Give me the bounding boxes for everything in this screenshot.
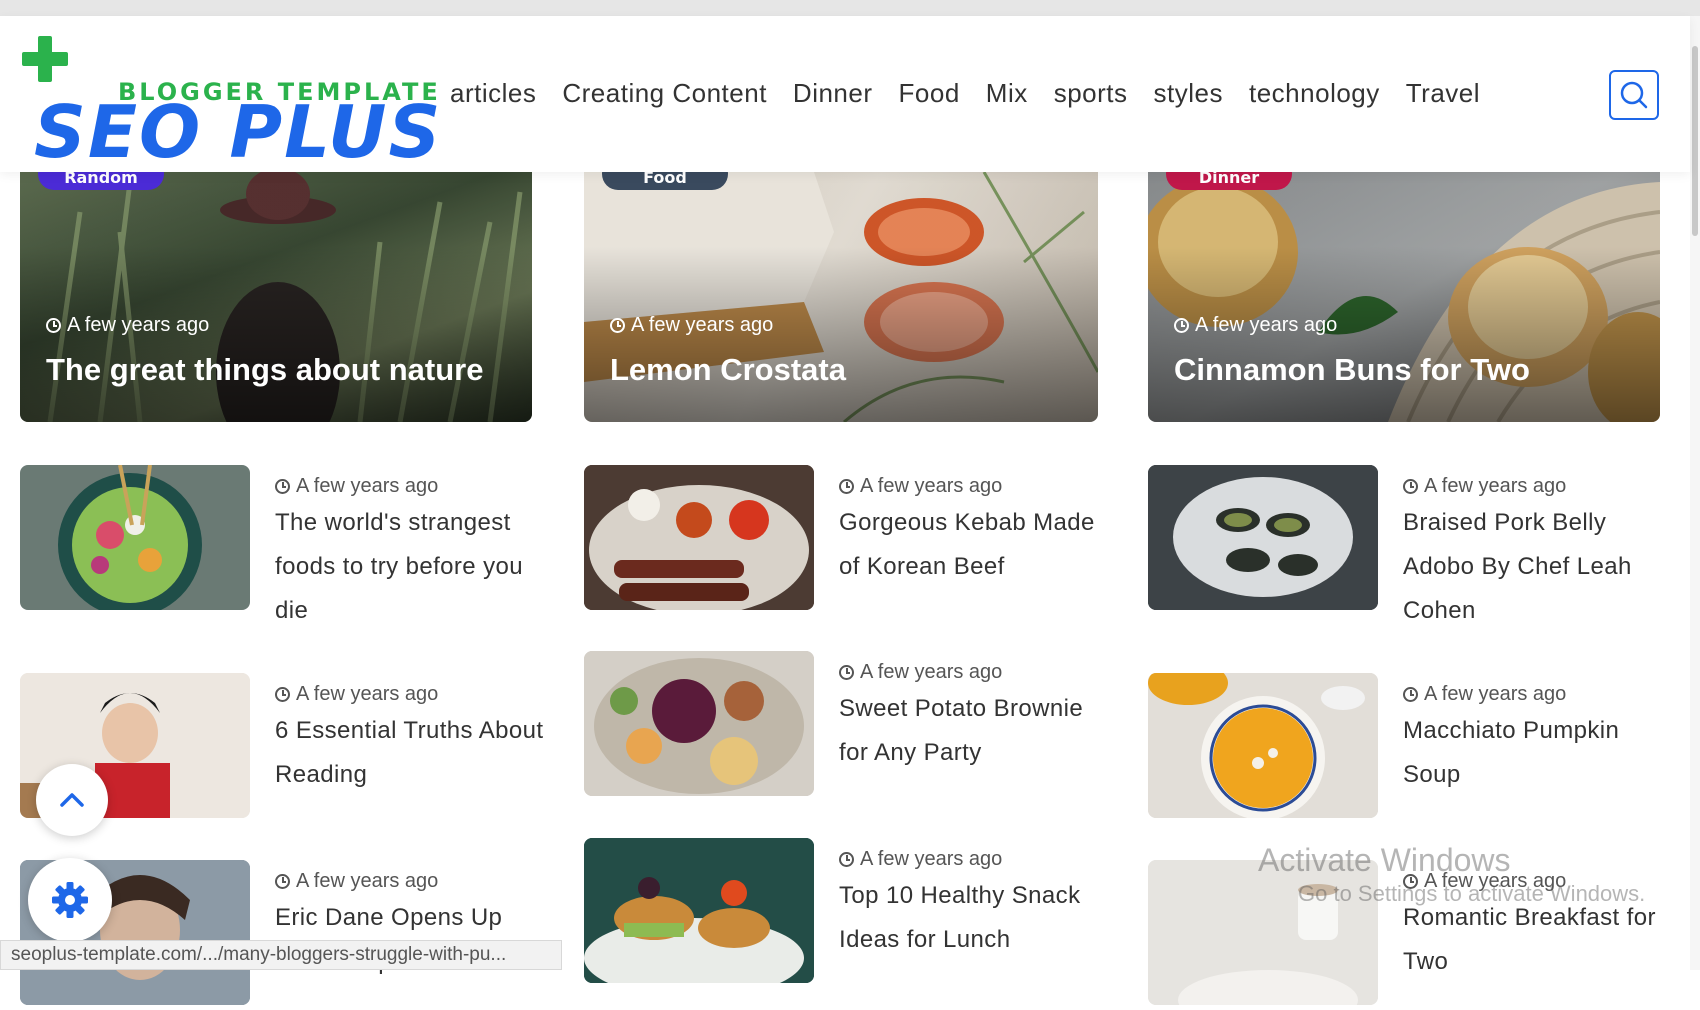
clock-icon: [46, 318, 61, 333]
post-date-text: A few years ago: [296, 475, 439, 497]
post-date: A few years ago: [1174, 314, 1337, 337]
post-date-text: A few years ago: [860, 475, 1003, 497]
scroll-to-top-button[interactable]: [36, 764, 108, 836]
nav-item-dinner[interactable]: Dinner: [793, 78, 873, 109]
main-nav: articles Creating Content Dinner Food Mi…: [450, 78, 1480, 109]
post-title[interactable]: The world's strangest foods to try befor…: [275, 501, 545, 633]
post-date: A few years ago: [275, 870, 438, 893]
logo-plus-icon: [22, 36, 68, 82]
post-date-text: A few years ago: [1424, 475, 1567, 497]
clock-icon: [610, 318, 625, 333]
post-title[interactable]: Gorgeous Kebab Made of Korean Beef: [839, 501, 1109, 589]
clock-icon: [275, 874, 290, 889]
post-date: A few years ago: [839, 661, 1002, 684]
post-title[interactable]: Romantic Breakfast for Two: [1403, 896, 1673, 984]
post-date-text: A few years ago: [296, 683, 439, 705]
post-thumbnail[interactable]: [1148, 673, 1378, 818]
featured-title[interactable]: The great things about nature: [46, 352, 483, 388]
post-date-text: A few years ago: [860, 848, 1003, 870]
post-thumbnail[interactable]: [1148, 465, 1378, 610]
category-badge[interactable]: Random: [38, 172, 164, 190]
browser-status-url: seoplus-template.com/.../many-bloggers-s…: [0, 940, 562, 970]
clock-icon: [275, 687, 290, 702]
scrollbar-thumb[interactable]: [1692, 46, 1698, 236]
post-title[interactable]: 6 Essential Truths About Reading: [275, 709, 545, 797]
post-date: A few years ago: [1403, 475, 1566, 498]
nav-item-technology[interactable]: technology: [1249, 78, 1380, 109]
post-title[interactable]: Braised Pork Belly Adobo By Chef Leah Co…: [1403, 501, 1673, 633]
post-thumbnail[interactable]: [584, 651, 814, 796]
clock-icon: [839, 479, 854, 494]
clock-icon: [275, 479, 290, 494]
featured-title[interactable]: Cinnamon Buns for Two: [1174, 352, 1530, 388]
post-date: A few years ago: [275, 683, 438, 706]
site-logo[interactable]: BLOGGER TEMPLATE SEO PLUS: [18, 36, 440, 171]
nav-item-sports[interactable]: sports: [1054, 78, 1128, 109]
watermark-title: Activate Windows: [1258, 842, 1511, 878]
post-item[interactable]: A few years ago Braised Pork Belly Adobo…: [1148, 465, 1668, 624]
chevron-up-icon: [60, 793, 84, 807]
post-thumbnail[interactable]: [584, 465, 814, 610]
post-item[interactable]: A few years ago Top 10 Healthy Snack Ide…: [584, 838, 1104, 988]
post-date: A few years ago: [275, 475, 438, 498]
nav-item-travel[interactable]: Travel: [1406, 78, 1480, 109]
post-date-text: A few years ago: [1195, 314, 1338, 336]
browser-top-strip: [0, 0, 1700, 16]
post-item[interactable]: A few years ago Macchiato Pumpkin Soup: [1148, 673, 1668, 823]
post-date-text: A few years ago: [296, 870, 439, 892]
post-date: A few years ago: [610, 314, 773, 337]
watermark-subtitle: Go to Settings to activate Windows.: [1298, 881, 1646, 906]
clock-icon: [839, 852, 854, 867]
settings-button[interactable]: [28, 858, 112, 942]
search-button[interactable]: [1609, 70, 1659, 120]
featured-title[interactable]: Lemon Crostata: [610, 352, 846, 388]
post-date: A few years ago: [839, 848, 1002, 871]
gear-icon: [52, 882, 88, 918]
post-item[interactable]: A few years ago Gorgeous Kebab Made of K…: [584, 465, 1104, 615]
post-title[interactable]: Top 10 Healthy Snack Ideas for Lunch: [839, 874, 1109, 962]
post-date: A few years ago: [1403, 683, 1566, 706]
clock-icon: [1174, 318, 1189, 333]
nav-item-articles[interactable]: articles: [450, 78, 536, 109]
clock-icon: [1403, 687, 1418, 702]
post-item[interactable]: A few years ago The world's strangest fo…: [20, 465, 540, 624]
windows-activation-watermark: Activate Windows Go to Settings to activ…: [1258, 842, 1645, 907]
category-badge[interactable]: Dinner: [1166, 172, 1292, 190]
featured-card[interactable]: Food A few years ago Lemon Crostata: [584, 172, 1098, 422]
post-thumbnail[interactable]: [20, 465, 250, 610]
nav-item-mix[interactable]: Mix: [986, 78, 1028, 109]
clock-icon: [1403, 479, 1418, 494]
nav-item-creating-content[interactable]: Creating Content: [562, 78, 767, 109]
logo-brand: SEO PLUS: [34, 90, 443, 174]
site-header: BLOGGER TEMPLATE SEO PLUS articles Creat…: [0, 16, 1690, 172]
post-item[interactable]: A few years ago Sweet Potato Brownie for…: [584, 651, 1104, 801]
post-date-text: A few years ago: [67, 314, 210, 336]
page-scrollbar[interactable]: [1690, 16, 1700, 970]
post-date: A few years ago: [839, 475, 1002, 498]
nav-item-food[interactable]: Food: [899, 78, 960, 109]
featured-card[interactable]: Random A few years ago The great things …: [20, 172, 532, 422]
post-date-text: A few years ago: [860, 661, 1003, 683]
post-date: A few years ago: [46, 314, 209, 337]
featured-card[interactable]: Dinner A few years ago Cinnamon Buns for…: [1148, 172, 1660, 422]
post-date-text: A few years ago: [631, 314, 774, 336]
nav-item-styles[interactable]: styles: [1154, 78, 1223, 109]
post-title[interactable]: Sweet Potato Brownie for Any Party: [839, 687, 1109, 775]
post-date-text: A few years ago: [1424, 683, 1567, 705]
category-badge[interactable]: Food: [602, 172, 728, 190]
post-title[interactable]: Macchiato Pumpkin Soup: [1403, 709, 1673, 797]
search-icon: [1620, 81, 1648, 109]
post-thumbnail[interactable]: [584, 838, 814, 983]
clock-icon: [839, 665, 854, 680]
